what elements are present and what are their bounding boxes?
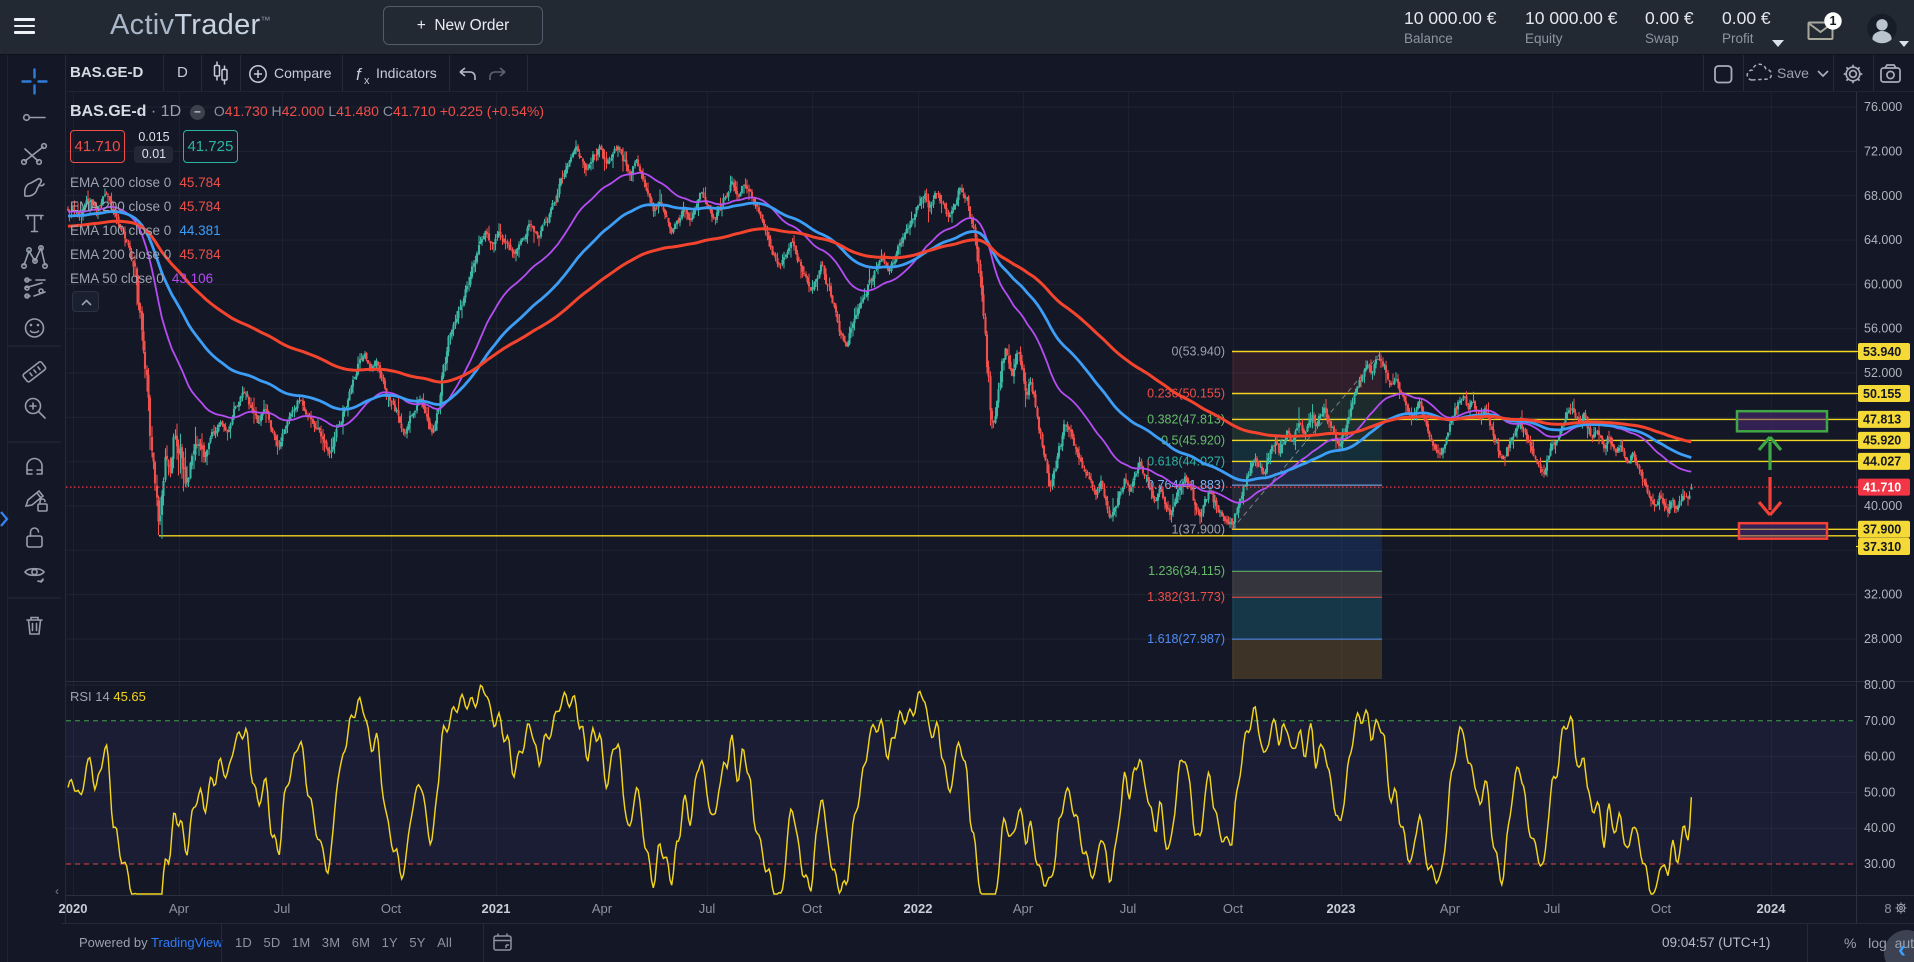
svg-text:47.813: 47.813 (1863, 413, 1901, 427)
svg-text:2024: 2024 (1757, 901, 1787, 916)
svg-text:Apr: Apr (1013, 901, 1034, 916)
svg-text:1.382(31.773): 1.382(31.773) (1147, 590, 1225, 604)
svg-text:40.000: 40.000 (1864, 499, 1902, 513)
svg-text:Oct: Oct (381, 901, 402, 916)
svg-text:50.155: 50.155 (1863, 387, 1901, 401)
svg-text:‹: ‹ (55, 884, 59, 898)
svg-text:60.00: 60.00 (1864, 750, 1895, 764)
svg-text:52.000: 52.000 (1864, 366, 1902, 380)
svg-text:2022: 2022 (904, 901, 933, 916)
svg-text:1.236(34.115): 1.236(34.115) (1148, 564, 1225, 578)
svg-text:37.900: 37.900 (1863, 523, 1901, 537)
svg-text:Jul: Jul (1120, 901, 1137, 916)
svg-text:x: x (364, 75, 370, 87)
svg-text:45.920: 45.920 (1863, 434, 1901, 448)
svg-text:Oct: Oct (802, 901, 823, 916)
svg-text:37.310: 37.310 (1863, 540, 1901, 554)
svg-text:41.710: 41.710 (1863, 480, 1901, 494)
svg-text:Apr: Apr (592, 901, 613, 916)
svg-text:40.00: 40.00 (1864, 821, 1895, 835)
svg-text:Jul: Jul (699, 901, 716, 916)
svg-text:f: f (356, 65, 363, 84)
svg-text:Apr: Apr (169, 901, 190, 916)
svg-text:Oct: Oct (1651, 901, 1672, 916)
svg-text:28.000: 28.000 (1864, 632, 1902, 646)
svg-text:60.000: 60.000 (1864, 277, 1902, 291)
svg-text:30.00: 30.00 (1864, 857, 1895, 871)
svg-text:Jul: Jul (274, 901, 291, 916)
svg-text:RSI 14 45.65: RSI 14 45.65 (70, 689, 146, 704)
svg-text:56.000: 56.000 (1864, 322, 1902, 336)
svg-text:2021: 2021 (482, 901, 511, 916)
svg-text:8: 8 (1884, 901, 1891, 916)
svg-text:53.940: 53.940 (1863, 345, 1901, 359)
svg-text:72.000: 72.000 (1864, 144, 1902, 158)
svg-text:Oct: Oct (1223, 901, 1244, 916)
svg-text:2020: 2020 (59, 901, 88, 916)
svg-text:1: 1 (1830, 14, 1837, 28)
svg-text:50.00: 50.00 (1864, 785, 1895, 799)
svg-text:44.027: 44.027 (1863, 455, 1901, 469)
svg-text:Apr: Apr (1440, 901, 1461, 916)
svg-text:2023: 2023 (1327, 901, 1356, 916)
svg-text:80.00: 80.00 (1864, 678, 1895, 692)
svg-text:1(37.900): 1(37.900) (1171, 522, 1225, 536)
svg-text:0(53.940): 0(53.940) (1171, 345, 1225, 359)
svg-text:68.000: 68.000 (1864, 189, 1902, 203)
svg-text:76.000: 76.000 (1864, 100, 1902, 114)
svg-text:70.00: 70.00 (1864, 714, 1895, 728)
svg-text:Jul: Jul (1544, 901, 1561, 916)
svg-text:32.000: 32.000 (1864, 588, 1902, 602)
svg-text:64.000: 64.000 (1864, 233, 1902, 247)
svg-text:1.618(27.987): 1.618(27.987) (1147, 632, 1225, 646)
